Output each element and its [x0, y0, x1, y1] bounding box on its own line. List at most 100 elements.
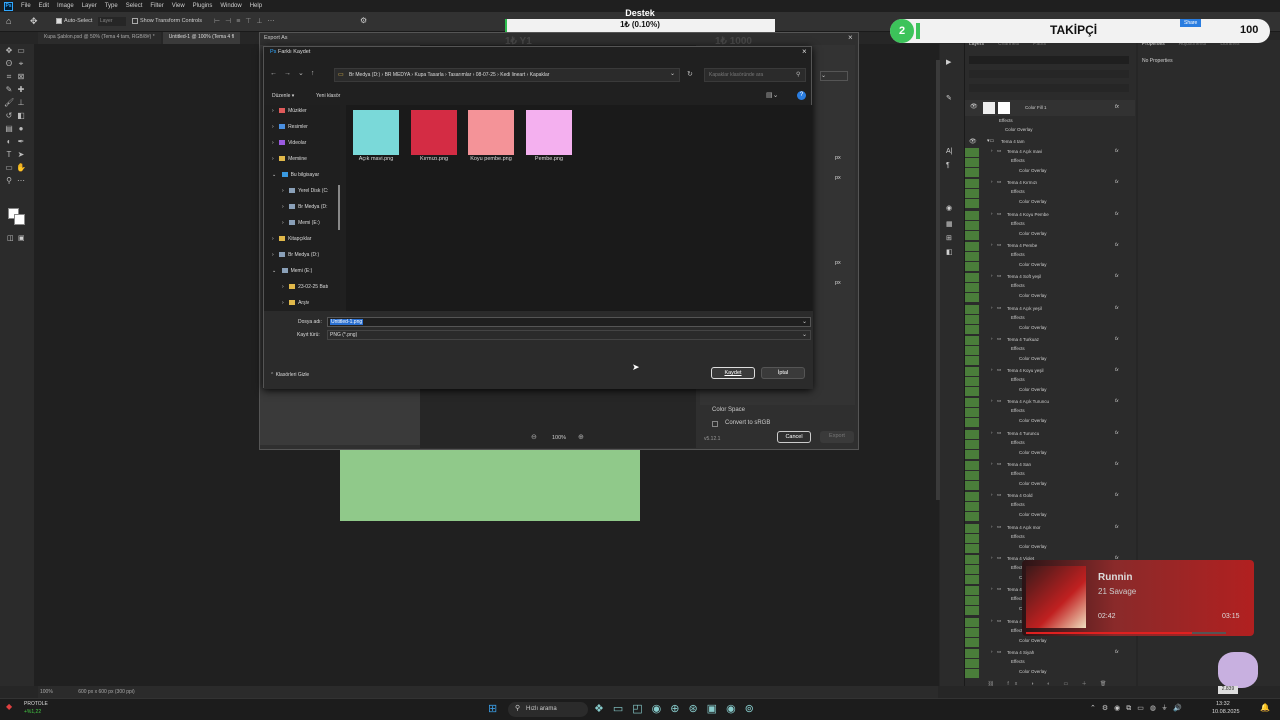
breadcrumb-item[interactable]: Kupa Tasarla [415, 72, 444, 78]
visibility-toggle[interactable] [965, 189, 979, 199]
visibility-toggle[interactable] [965, 554, 979, 564]
layer-row[interactable]: › ▭ Tema 4 Turuncu fx [965, 429, 1131, 439]
chevron-down-icon[interactable]: ⌄ [802, 318, 807, 325]
layer-color-fill[interactable]: 👁 Color Fill 1 fx [965, 100, 1135, 116]
visibility-toggle[interactable] [965, 418, 979, 428]
visibility-toggle[interactable] [965, 658, 979, 668]
blend-mode-bar[interactable] [969, 70, 1129, 78]
lock-bar[interactable] [969, 84, 1129, 92]
artboard-icon[interactable]: ▭ [16, 46, 26, 56]
visibility-toggle[interactable] [965, 502, 979, 512]
layer-row[interactable]: › ▭ Tema 4 Açık mavi fx [965, 148, 1131, 157]
nav-item[interactable]: › Müzikler [272, 108, 307, 114]
menu-help[interactable]: Help [250, 3, 262, 9]
visibility-toggle[interactable] [965, 637, 979, 647]
chevron-right-icon[interactable]: › [991, 430, 993, 435]
file-name[interactable]: Pembe.png [519, 156, 579, 162]
visibility-toggle[interactable] [965, 398, 979, 408]
file-name[interactable]: Kırmızı.png [404, 156, 464, 162]
nav-item[interactable]: › Br Medya (D: [282, 204, 328, 210]
chevron-right-icon[interactable]: › [991, 555, 993, 560]
export-button[interactable]: Export [820, 431, 854, 443]
transform-checkbox[interactable] [132, 18, 138, 24]
doc-tab-kupa[interactable]: Kupa Şablon.psd @ 50% (Tema 4 tam, RGB/8… [38, 32, 161, 44]
breadcrumb-item[interactable]: BR MEDYA [385, 72, 410, 78]
taskbar-apps[interactable]: ❖▭◰◉⊕⊛▣◉⊚ [594, 702, 763, 715]
layer-row[interactable]: › ▭ Tema 4 Kırmızı fx [965, 179, 1131, 189]
visibility-toggle[interactable] [965, 251, 979, 261]
visibility-toggle[interactable] [965, 387, 979, 397]
zoom-icon[interactable]: ⚲ [4, 176, 14, 186]
visibility-toggle[interactable] [965, 220, 979, 230]
hide-folders-button[interactable]: ⌃ Klasörleri Gizle [270, 372, 309, 378]
move-tool-icon[interactable]: ✥ [30, 16, 38, 27]
visibility-toggle[interactable] [965, 199, 979, 209]
visibility-toggle[interactable] [965, 627, 979, 637]
chevron-right-icon[interactable]: › [282, 300, 285, 306]
background-color-swatch[interactable] [14, 214, 25, 225]
menu-image[interactable]: Image [57, 3, 74, 9]
screen-mode-icon[interactable]: ▣ [18, 234, 25, 242]
chevron-down-icon[interactable]: ⌄ [802, 331, 807, 338]
share-button[interactable]: Share [1180, 19, 1202, 27]
shape-icon[interactable]: ▭ [4, 163, 14, 173]
visibility-toggle[interactable] [965, 617, 979, 627]
lasso-icon[interactable]: ʘ [4, 59, 14, 69]
chevron-right-icon[interactable]: › [991, 492, 993, 497]
chevron-right-icon[interactable]: › [991, 649, 993, 654]
chevron-right-icon[interactable]: › [272, 236, 275, 242]
blur-icon[interactable]: ● [16, 124, 26, 134]
type-icon[interactable]: T [4, 150, 14, 160]
eyedropper-icon[interactable]: ✎ [4, 85, 14, 95]
file-thumbnail[interactable] [353, 110, 399, 155]
chevron-down-icon[interactable]: ⌄ [670, 70, 675, 77]
cancel-button[interactable]: İptal [761, 367, 805, 379]
visibility-toggle[interactable] [965, 210, 979, 220]
stamp-icon[interactable]: ⊥ [16, 98, 26, 108]
menu-plugins[interactable]: Plugins [193, 3, 213, 9]
chevron-right-icon[interactable]: › [991, 179, 993, 184]
organize-button[interactable]: Düzenle ▾ [272, 93, 294, 99]
visibility-toggle[interactable] [965, 596, 979, 606]
file-thumbnail[interactable] [411, 110, 457, 155]
hand-icon[interactable]: ✋ [16, 163, 26, 173]
menu-filter[interactable]: Filter [150, 3, 163, 9]
pen-icon[interactable]: ✒ [16, 137, 26, 147]
convert-srgb-checkbox[interactable] [712, 421, 718, 427]
chevron-right-icon[interactable]: › [272, 108, 275, 114]
chevron-right-icon[interactable]: › [991, 461, 993, 466]
gradient-icon[interactable]: ▤ [4, 124, 14, 134]
save-button[interactable]: Kaydet [711, 367, 755, 379]
visibility-toggle[interactable] [965, 148, 979, 157]
chevron-right-icon[interactable]: › [282, 188, 285, 194]
breadcrumb-item[interactable]: Kedi lineart [500, 72, 525, 78]
chevron-right-icon[interactable]: › [272, 124, 275, 130]
character-icon[interactable]: A| [946, 148, 953, 155]
view-options-icon[interactable]: ▤⌄ [766, 91, 778, 99]
chevron-right-icon[interactable]: › [991, 273, 993, 278]
photoshop-icon[interactable]: Ps [4, 1, 13, 11]
visibility-toggle[interactable] [965, 367, 979, 377]
folder-search-input[interactable]: Kapaklar klasöründe ara ⚲ [704, 68, 806, 82]
refresh-icon[interactable]: ↻ [687, 70, 693, 78]
chevron-right-icon[interactable]: › [991, 211, 993, 216]
menu-view[interactable]: View [172, 3, 185, 9]
visibility-toggle[interactable] [965, 304, 979, 314]
nav-item[interactable]: › 23-02-25 Batı [282, 284, 328, 290]
visibility-toggle[interactable] [965, 230, 979, 240]
breadcrumb-item[interactable]: Tasarımlar [448, 72, 471, 78]
menu-edit[interactable]: Edit [39, 3, 49, 9]
visibility-toggle[interactable] [965, 179, 979, 189]
menu-select[interactable]: Select [126, 3, 143, 9]
crop-icon[interactable]: ⌗ [4, 72, 14, 82]
visibility-toggle[interactable] [965, 283, 979, 293]
chevron-right-icon[interactable]: › [991, 242, 993, 247]
chevron-right-icon[interactable]: › [991, 398, 993, 403]
dodge-icon[interactable]: ◐ [4, 137, 14, 147]
nav-item[interactable]: › Yerel Disk (C: [282, 188, 328, 194]
nav-item[interactable]: ⌄ Memi (E:) [272, 268, 312, 274]
visibility-toggle[interactable] [965, 335, 979, 345]
chevron-right-icon[interactable]: › [282, 204, 285, 210]
visibility-toggle[interactable] [965, 586, 979, 596]
visibility-toggle[interactable] [965, 168, 979, 177]
